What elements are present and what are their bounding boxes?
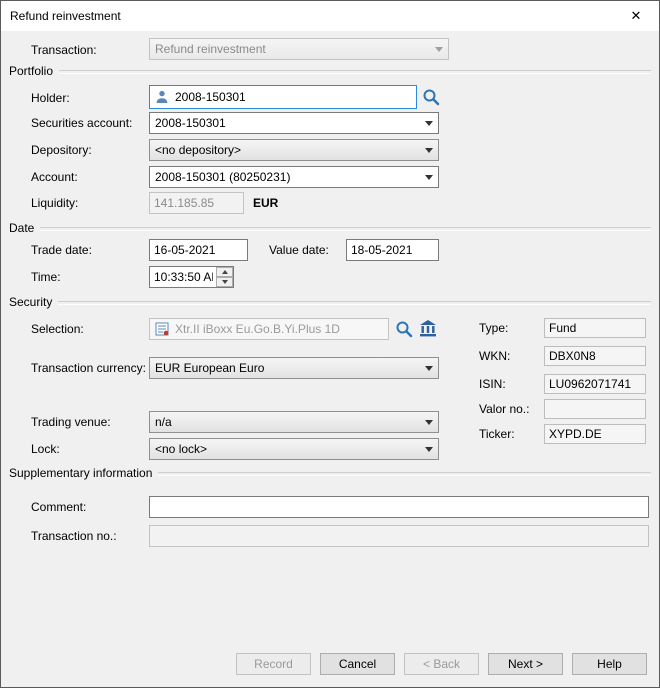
- liquidity-currency-label: EUR: [253, 196, 278, 210]
- group-separator-line: [58, 301, 651, 305]
- portfolio-group-label: Portfolio: [9, 64, 53, 78]
- group-separator-line: [59, 70, 651, 74]
- date-group-header: Date: [9, 220, 651, 235]
- next-button[interactable]: Next >: [488, 653, 563, 675]
- trading-venue-label: Trading venue:: [31, 415, 111, 429]
- chevron-down-icon: [420, 440, 437, 458]
- trade-date-label: Trade date:: [31, 243, 92, 257]
- chevron-down-icon: [420, 168, 437, 186]
- security-document-icon: [154, 321, 170, 337]
- depository-value: <no depository>: [155, 143, 241, 157]
- transaction-no-input: [149, 525, 649, 547]
- dialog-title: Refund reinvestment: [10, 1, 121, 31]
- securities-account-select[interactable]: 2008-150301: [149, 112, 439, 134]
- depository-select[interactable]: <no depository>: [149, 139, 439, 161]
- holder-search-icon[interactable]: [422, 88, 440, 106]
- account-value: 2008-150301 (80250231): [155, 170, 290, 184]
- depository-label: Depository:: [31, 143, 92, 157]
- back-button: < Back: [404, 653, 479, 675]
- chevron-down-icon: [420, 141, 437, 159]
- security-group-header: Security: [9, 294, 651, 309]
- securities-account-value: 2008-150301: [155, 116, 226, 130]
- selection-value: Xtr.II iBoxx Eu.Go.B.Yi.Plus 1D: [175, 322, 340, 336]
- transaction-currency-select[interactable]: EUR European Euro: [149, 357, 439, 379]
- date-group-label: Date: [9, 221, 34, 235]
- isin-value: LU0962071741: [544, 374, 646, 394]
- trading-venue-select[interactable]: n/a: [149, 411, 439, 433]
- supplementary-group-label: Supplementary information: [9, 466, 152, 480]
- portfolio-group-header: Portfolio: [9, 63, 651, 78]
- wkn-value: DBX0N8: [544, 346, 646, 366]
- account-select[interactable]: 2008-150301 (80250231): [149, 166, 439, 188]
- title-bar: Refund reinvestment ✕: [1, 1, 659, 31]
- securities-account-label: Securities account:: [31, 116, 132, 130]
- time-spinner-down-icon[interactable]: [216, 277, 233, 287]
- transaction-no-label: Transaction no.:: [31, 529, 117, 543]
- account-label: Account:: [31, 170, 78, 184]
- time-spinner-up-icon[interactable]: [216, 267, 233, 277]
- chevron-down-icon: [420, 359, 437, 377]
- wkn-label: WKN:: [479, 349, 510, 363]
- selection-label: Selection:: [31, 322, 84, 336]
- chevron-down-icon: [420, 114, 437, 132]
- ticker-value: XYPD.DE: [544, 424, 646, 444]
- transaction-currency-value: EUR European Euro: [155, 361, 264, 375]
- security-group-label: Security: [9, 295, 52, 309]
- liquidity-value: 141.185.85: [149, 192, 244, 214]
- selection-search-icon[interactable]: [395, 320, 413, 338]
- close-icon[interactable]: ✕: [613, 1, 659, 31]
- transaction-value: Refund reinvestment: [155, 42, 266, 56]
- depot-bank-icon[interactable]: [418, 318, 438, 338]
- chevron-down-icon: [420, 413, 437, 431]
- valor-no-label: Valor no.:: [479, 402, 529, 416]
- person-icon: [154, 89, 170, 105]
- holder-value: 2008-150301: [175, 90, 246, 104]
- time-label: Time:: [31, 270, 61, 284]
- supplementary-group-header: Supplementary information: [9, 465, 651, 480]
- lock-label: Lock:: [31, 442, 60, 456]
- lock-value: <no lock>: [155, 442, 207, 456]
- comment-label: Comment:: [31, 500, 86, 514]
- holder-input[interactable]: 2008-150301: [149, 85, 417, 109]
- help-button[interactable]: Help: [572, 653, 647, 675]
- group-separator-line: [158, 472, 651, 476]
- cancel-button[interactable]: Cancel: [320, 653, 395, 675]
- transaction-currency-label: Transaction currency:: [31, 361, 146, 375]
- ticker-label: Ticker:: [479, 427, 515, 441]
- lock-select[interactable]: <no lock>: [149, 438, 439, 460]
- record-button: Record: [236, 653, 311, 675]
- refund-reinvestment-dialog: Refund reinvestment ✕ Transaction: Refun…: [0, 0, 660, 688]
- valor-no-value: [544, 399, 646, 419]
- holder-label: Holder:: [31, 91, 70, 105]
- chevron-down-icon: [430, 40, 447, 58]
- value-date-label: Value date:: [269, 243, 329, 257]
- transaction-label: Transaction:: [31, 43, 97, 57]
- type-value: Fund: [544, 318, 646, 338]
- comment-input[interactable]: [149, 496, 649, 518]
- type-label: Type:: [479, 321, 508, 335]
- value-date-input[interactable]: [346, 239, 439, 261]
- trade-date-input[interactable]: [149, 239, 248, 261]
- security-selection-input[interactable]: Xtr.II iBoxx Eu.Go.B.Yi.Plus 1D: [149, 318, 389, 340]
- isin-label: ISIN:: [479, 377, 506, 391]
- group-separator-line: [40, 227, 651, 231]
- liquidity-label: Liquidity:: [31, 196, 78, 210]
- trading-venue-value: n/a: [155, 415, 172, 429]
- transaction-select: Refund reinvestment: [149, 38, 449, 60]
